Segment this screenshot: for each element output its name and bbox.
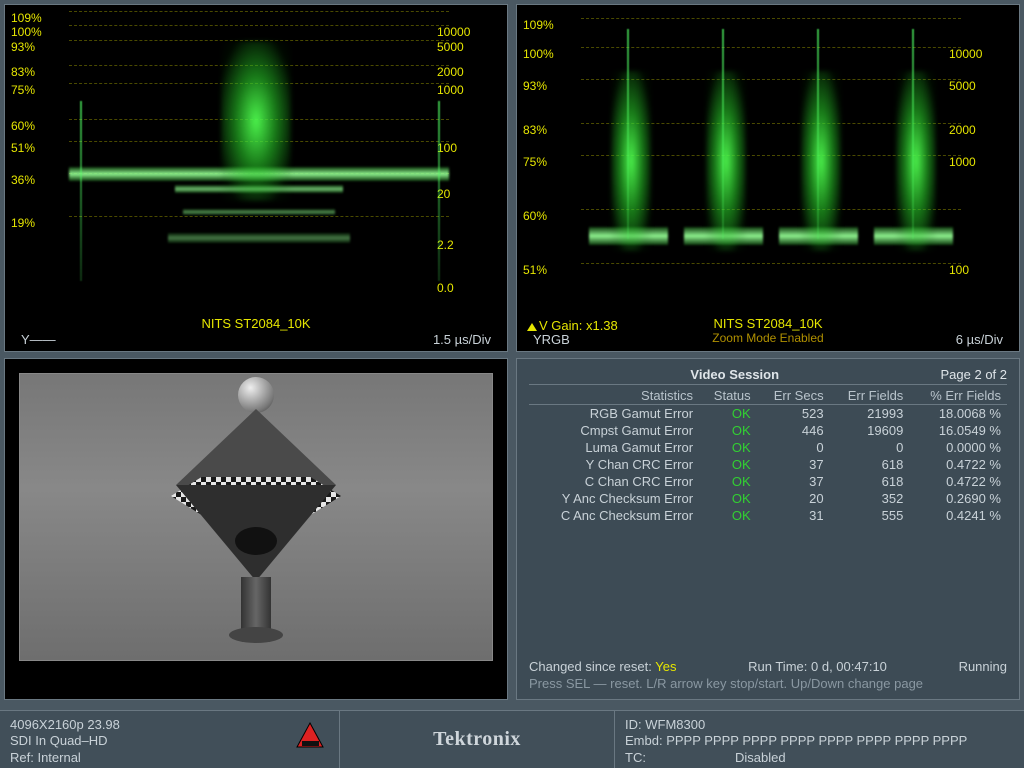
help-hint: Press SEL — reset. L/R arrow key stop/st… bbox=[529, 676, 1007, 691]
alarm-icon[interactable] bbox=[295, 721, 325, 751]
scale-label: NITS ST2084_10K bbox=[527, 316, 1009, 331]
brand-logo: Tektronix bbox=[340, 711, 614, 768]
running-status: Running bbox=[959, 659, 1007, 674]
waveform-panel-y[interactable]: 109%100%93%83%75%60%51%36%19% 1000050002… bbox=[4, 4, 508, 352]
video-preview bbox=[19, 373, 493, 661]
device-id: ID: WFM8300 bbox=[625, 717, 1014, 733]
changed-label: Changed since reset: Yes bbox=[529, 659, 676, 674]
table-row: Luma Gamut ErrorOK000.0000 % bbox=[529, 439, 1007, 456]
input-readout: SDI In Quad–HD bbox=[10, 733, 329, 749]
table-row: C Chan CRC ErrorOK376180.4722 % bbox=[529, 473, 1007, 490]
status-bar: 4096X2160p 23.98 SDI In Quad–HD Ref: Int… bbox=[0, 710, 1024, 768]
table-row: Y Chan CRC ErrorOK376180.4722 % bbox=[529, 456, 1007, 473]
runtime-label: Run Time: 0 d, 00:47:10 bbox=[748, 659, 887, 674]
waveform-trace bbox=[581, 11, 961, 311]
channel-label: Y—— bbox=[21, 332, 56, 347]
waveform-panel-yrgb[interactable]: 109%100%93%83%75%60%51% 1000050002000100… bbox=[516, 4, 1020, 352]
table-row: C Anc Checksum ErrorOK315550.4241 % bbox=[529, 507, 1007, 524]
left-scale: 109%100%93%83%75%60%51%36%19% bbox=[11, 11, 71, 311]
table-row: RGB Gamut ErrorOK5232199318.0068 % bbox=[529, 405, 1007, 423]
scale-label: NITS ST2084_10K bbox=[15, 316, 497, 331]
zoom-label: Zoom Mode Enabled bbox=[527, 331, 1009, 345]
picture-panel[interactable] bbox=[4, 358, 508, 700]
embedded-audio: Embd: PPPP PPPP PPPP PPPP PPPP PPPP PPPP… bbox=[625, 733, 1014, 749]
stats-table: StatisticsStatusErr SecsErr Fields% Err … bbox=[529, 387, 1007, 524]
ref-readout: Ref: Internal bbox=[10, 750, 329, 766]
format-readout: 4096X2160p 23.98 bbox=[10, 717, 329, 733]
page-indicator: Page 2 of 2 bbox=[941, 367, 1008, 382]
timebase-label: 1.5 µs/Div bbox=[433, 332, 491, 347]
table-row: Cmpst Gamut ErrorOK4461960916.0549 % bbox=[529, 422, 1007, 439]
timebase-label: 6 µs/Div bbox=[956, 332, 1003, 347]
changed-value: Yes bbox=[655, 659, 676, 674]
table-row: Y Anc Checksum ErrorOK203520.2690 % bbox=[529, 490, 1007, 507]
waveform-trace bbox=[69, 11, 449, 311]
video-session-panel[interactable]: Video Session Page 2 of 2 StatisticsStat… bbox=[516, 358, 1020, 700]
panel-title: Video Session bbox=[529, 367, 941, 382]
channel-label: YRGB bbox=[533, 332, 570, 347]
left-scale: 109%100%93%83%75%60%51% bbox=[523, 11, 583, 311]
timecode: TC: Disabled bbox=[625, 750, 1014, 766]
